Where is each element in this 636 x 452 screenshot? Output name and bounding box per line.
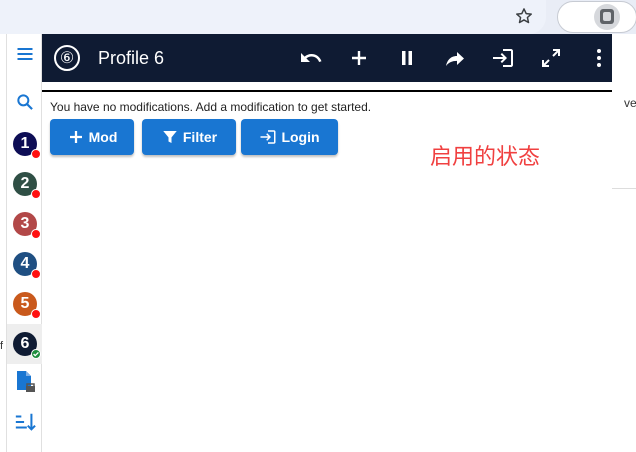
profile-avatar: 4 bbox=[13, 252, 41, 279]
login-icon bbox=[259, 128, 277, 146]
error-status-dot bbox=[31, 269, 41, 279]
profile-item-1[interactable]: 1 bbox=[7, 124, 43, 164]
profile-avatar: 1 bbox=[13, 132, 41, 159]
search-icon bbox=[15, 92, 35, 117]
add-file-icon bbox=[14, 370, 36, 399]
profile-number-badge: ⑥ bbox=[54, 45, 80, 71]
empty-state-message: You have no modifications. Add a modific… bbox=[50, 100, 372, 114]
add-mod-button[interactable]: Mod bbox=[50, 119, 134, 155]
address-bar[interactable] bbox=[0, 0, 546, 34]
profile-avatar: 3 bbox=[13, 212, 41, 239]
menu-button[interactable] bbox=[7, 36, 43, 76]
profile-avatar: 6 bbox=[13, 332, 41, 359]
profile-sidebar: 1 2 3 4 5 6 bbox=[6, 34, 43, 452]
search-button[interactable] bbox=[7, 84, 43, 124]
background-text: ve bbox=[624, 96, 636, 110]
filter-icon bbox=[161, 128, 179, 146]
undo-icon[interactable] bbox=[299, 46, 323, 70]
check-status-icon bbox=[31, 349, 41, 359]
add-filter-label: Filter bbox=[182, 129, 218, 145]
profile-item-2[interactable]: 2 bbox=[7, 164, 43, 204]
add-filter-button[interactable]: Filter bbox=[142, 119, 236, 155]
login-icon[interactable] bbox=[491, 46, 515, 70]
profile-header: ⑥ Profile 6 bbox=[42, 34, 612, 82]
fullscreen-icon[interactable] bbox=[539, 46, 563, 70]
plus-icon[interactable] bbox=[347, 46, 371, 70]
more-vert-icon[interactable] bbox=[587, 46, 611, 70]
background-divider bbox=[612, 188, 636, 189]
profile-item-4[interactable]: 4 bbox=[7, 244, 43, 284]
pause-icon[interactable] bbox=[395, 46, 419, 70]
plus-icon bbox=[67, 128, 85, 146]
error-status-dot bbox=[31, 149, 41, 159]
profile-item-6[interactable]: 6 bbox=[7, 324, 43, 364]
add-mod-label: Mod bbox=[88, 129, 118, 145]
error-status-dot bbox=[31, 229, 41, 239]
profile-item-5[interactable]: 5 bbox=[7, 284, 43, 324]
add-login-label: Login bbox=[281, 129, 320, 145]
profile-avatar: 2 bbox=[13, 172, 41, 199]
sort-button[interactable] bbox=[7, 404, 43, 444]
profile-avatar: 5 bbox=[13, 292, 41, 319]
redo-icon[interactable] bbox=[443, 46, 467, 70]
add-login-button[interactable]: Login bbox=[241, 119, 338, 155]
puzzle-icon[interactable] bbox=[594, 4, 620, 30]
annotation-label: 启用的状态 bbox=[430, 145, 541, 170]
error-status-dot bbox=[31, 309, 41, 319]
error-status-dot bbox=[31, 189, 41, 199]
profile-item-3[interactable]: 3 bbox=[7, 204, 43, 244]
background-page: ve bbox=[612, 34, 636, 452]
sort-icon bbox=[14, 411, 36, 438]
menu-icon bbox=[15, 44, 35, 69]
profile-title: Profile 6 bbox=[98, 48, 165, 68]
add-profile-button[interactable] bbox=[7, 364, 43, 404]
background-text-left: f bbox=[0, 340, 4, 352]
star-icon[interactable] bbox=[514, 6, 534, 26]
